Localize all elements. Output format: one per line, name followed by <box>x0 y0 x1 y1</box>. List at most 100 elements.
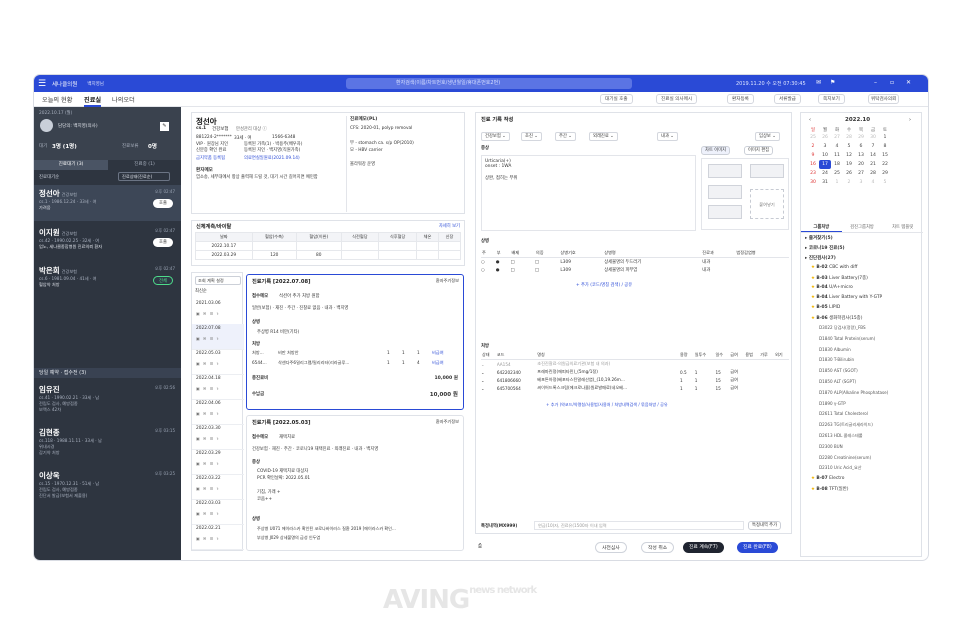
call-button[interactable]: 호출 <box>153 199 173 208</box>
rx-row[interactable]: ⌄ 645700564 씨이어드록스크림(에크로나졸)원료발매료(네오베... 1 1 1… <box>481 384 789 392</box>
condition-add-link[interactable]: + 추가 (코드/명칭 검색) / 공유 <box>576 282 632 288</box>
edit-icon[interactable]: ✎ <box>160 122 169 131</box>
paste-area[interactable]: 붙여넣기 <box>750 189 784 219</box>
sub-test-item[interactable]: D2611 Total Cholesterol <box>819 411 868 416</box>
group-item[interactable]: ★ B-02 CBC with diff <box>811 265 857 270</box>
calendar-day[interactable]: 30 <box>807 178 819 187</box>
medical-record-card[interactable]: 진료기록 [2022.05.03] 환자주기정보 접수메모 재택치료 건강보험 … <box>246 415 464 551</box>
calendar-day[interactable]: 26 <box>843 169 855 178</box>
record-copy-link[interactable]: 환자주기정보 <box>436 278 459 284</box>
calendar-day[interactable]: 19 <box>843 160 855 169</box>
calendar-day[interactable]: 9 <box>807 151 819 160</box>
write-select[interactable]: 내과 ⌄ <box>657 132 678 141</box>
history-date-item[interactable]: 2022.03.30 ▣ ✉ ☰ ⚕ <box>192 424 244 450</box>
calendar-day[interactable]: 27 <box>855 169 867 178</box>
calendar-day[interactable]: 1 <box>879 133 891 142</box>
primary-radio[interactable]: ○ <box>481 258 496 267</box>
calendar-day[interactable]: 29 <box>879 169 891 178</box>
sub-test-item[interactable]: D1850 AST (SGOT) <box>819 368 858 373</box>
user-name[interactable]: 백지영님 <box>87 81 104 87</box>
calendar-day[interactable]: 28 <box>867 169 879 178</box>
condition-row[interactable]: ○ ● □ □ L309 상세불명의 두드러기 내과 <box>481 258 789 267</box>
calendar-day[interactable]: 16 <box>807 160 819 169</box>
calendar[interactable]: 일 월 화 수 목 금 토 25 26 27 28 29 30 1 2 3 4 5 6 7 8 9 10 11 12 13 14 15… <box>807 127 891 187</box>
thumbnail-image[interactable] <box>708 205 742 219</box>
special-input[interactable]: 연금(10)자, 진료유(1500자 이내 입력 <box>534 521 744 530</box>
rx-usage[interactable] <box>744 360 759 369</box>
calendar-day[interactable]: 5 <box>843 142 855 151</box>
calendar-day[interactable]: 6 <box>855 142 867 151</box>
calendar-day[interactable]: 28 <box>843 133 855 142</box>
rx-status[interactable]: ⌄ <box>481 376 496 384</box>
reservation-card[interactable]: 임유진 cs.41 · 1990.02.21 · 33세 · 남 전립도 검사,… <box>34 381 181 423</box>
patient-search-input[interactable]: 환자검색(이름/차트번호/생년월일/휴대폰번호2번) <box>346 78 632 89</box>
history-date-item[interactable]: 2022.05.03 ▣ ✉ ☰ ⚕ <box>192 349 244 375</box>
rx-times[interactable]: 1 <box>694 376 715 384</box>
group-item[interactable]: ★ B-04 U/A+micro <box>811 285 853 290</box>
write-select[interactable]: 건강보험 ⌄ <box>481 132 510 141</box>
medical-record-card[interactable]: 진료기록 [2022.07.08] 환자주기정보 접수메모 석션아 추가 처방 … <box>246 274 464 410</box>
calendar-day[interactable]: 27 <box>831 133 843 142</box>
patient-memo-text[interactable]: 염소송, 세부대에서 항상 출력해 드릴 것, 대기 시간 길어지면 예민함 <box>196 175 346 181</box>
rx-external[interactable] <box>774 368 789 376</box>
rx-dose[interactable]: 1 <box>679 384 694 392</box>
exclude-checkbox[interactable]: □ <box>510 258 534 267</box>
group-item[interactable]: ★ B-08 TFT(일반) <box>811 486 848 492</box>
calendar-day[interactable]: 1 <box>831 178 843 187</box>
exclude-checkbox[interactable]: □ <box>510 266 534 274</box>
rx-usage[interactable] <box>744 376 759 384</box>
group-folder[interactable]: ▸ 코로나19 진료(5) <box>805 245 845 251</box>
suspect-checkbox[interactable]: □ <box>535 266 559 274</box>
rx-dose[interactable]: 1 <box>679 376 694 384</box>
calendar-day[interactable]: 31 <box>819 178 831 187</box>
right-tab[interactable]: 그룹처방 <box>801 223 842 232</box>
group-item[interactable]: ★ B-03 Liver Battery(7종) <box>811 275 868 281</box>
write-select[interactable]: 임상보 ⌄ <box>755 132 780 141</box>
special-add-button[interactable]: 특정내역 추가 <box>748 521 782 530</box>
rx-days[interactable]: 15 <box>714 376 729 384</box>
sub-test-item[interactable]: D1830 Albumin <box>819 347 851 352</box>
history-date-item[interactable]: 2022.03.22 ▣ ✉ ☰ ⚕ <box>192 474 244 500</box>
sub-test-item[interactable]: D2263 TG(트리글리세라이드) <box>819 422 873 428</box>
history-date-item[interactable]: 2022.07.08 ▣ ✉ ☰ ⚕ <box>192 324 244 350</box>
history-sort-select[interactable]: 최신순 <box>195 288 207 294</box>
waiting-call-button[interactable]: 대기실 호출 <box>600 94 633 104</box>
calendar-day[interactable]: 2 <box>843 178 855 187</box>
reservation-section-header[interactable]: 당일 예약 · 접수전 (3) <box>34 368 181 378</box>
calendar-day[interactable]: 2 <box>807 142 819 151</box>
minimize-icon[interactable]: – <box>874 79 877 86</box>
rx-usage[interactable] <box>744 384 759 392</box>
exemption-link[interactable]: 의료면실일원료(2021.09.14) <box>244 155 300 161</box>
calendar-day[interactable]: 3 <box>819 142 831 151</box>
sub-test-item[interactable]: D2310 Uric Acid_요산 <box>819 465 862 471</box>
rx-row[interactable]: ⌄ AA154 초진진찰료-의원급의료기관(보험 내 의과) <box>481 360 789 369</box>
calendar-day[interactable]: 21 <box>867 160 879 169</box>
write-select[interactable]: 주간 ⌄ <box>555 132 576 141</box>
message-icon[interactable]: ✉ <box>816 79 821 86</box>
sub-test-item[interactable]: D1840 Total Protein(serum) <box>819 336 875 341</box>
rx-days[interactable]: 15 <box>714 368 729 376</box>
thumbnail-image[interactable] <box>708 164 742 178</box>
history-filter-button[interactable]: 조회 계획 설정 <box>195 276 241 285</box>
write-select[interactable]: 외래진료 ⌄ <box>589 132 618 141</box>
record-copy-link[interactable]: 환자주기정보 <box>436 419 459 425</box>
rx-times[interactable]: 1 <box>694 368 715 376</box>
secondary-radio[interactable]: ● <box>496 266 511 274</box>
condition-row[interactable]: ○ ● □ □ L309 상세불명의 피부염 내과 <box>481 266 789 274</box>
pre-review-button[interactable]: 사전심사 <box>595 542 627 553</box>
bell-icon[interactable]: ⚑ <box>830 79 835 86</box>
banned-drug-link[interactable]: 금지약품 등록됨 <box>196 155 225 161</box>
tab-in-progress[interactable]: 진료중 (1) <box>108 160 181 170</box>
rx-times[interactable] <box>694 360 715 369</box>
calendar-day[interactable]: 29 <box>855 133 867 142</box>
primary-radio[interactable]: ○ <box>481 266 496 274</box>
continue-button[interactable]: 진료 계속(F7) <box>683 542 724 553</box>
rx-days[interactable] <box>714 360 729 369</box>
sub-test-item[interactable]: D2280 Creatinine(serum) <box>819 455 871 460</box>
calendar-day[interactable]: 30 <box>867 133 879 142</box>
reservation-card[interactable]: 이상욱 cs.15 · 1970.12.31 · 51세 · 남 전립도 검사,… <box>34 467 181 509</box>
rx-add-link[interactable]: + 추가 (약코드/약명칭/사용법/사용처 / 처방내역검색 / 묶음처방 / … <box>546 402 668 408</box>
calendar-day[interactable]: 17 <box>819 160 831 169</box>
sub-test-item[interactable]: D1890 γ-GTP <box>819 401 846 406</box>
rx-external[interactable] <box>774 360 789 369</box>
